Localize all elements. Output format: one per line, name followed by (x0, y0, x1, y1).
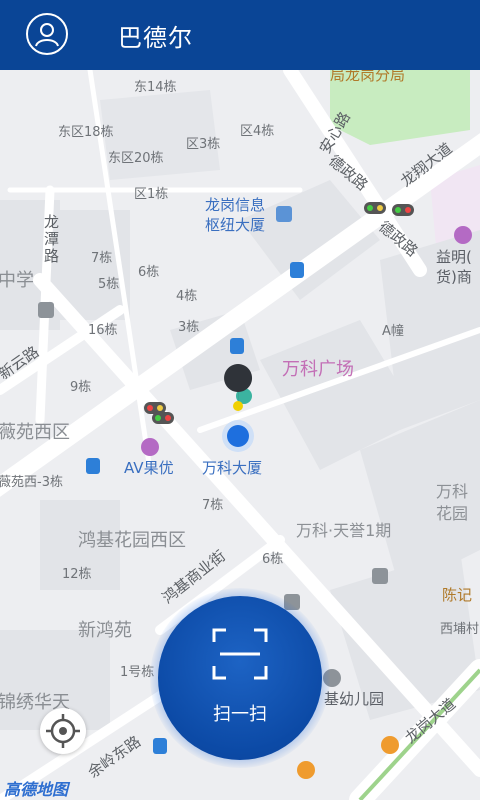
map-label: 6栋 (138, 265, 160, 280)
poi-label[interactable]: 基幼儿园 (324, 688, 384, 709)
map-label: A幢 (382, 324, 404, 339)
user-circle-icon (35, 23, 59, 47)
page-title: 巴德尔 (118, 24, 193, 52)
map-label: 7栋 (202, 498, 224, 513)
map-label: 东区18栋 (58, 125, 114, 140)
map-label: 万科·天誉1期 (296, 521, 392, 540)
map-label: 9栋 (70, 380, 92, 395)
map-label: 西埔村 (440, 622, 480, 637)
scan-label: 扫一扫 (213, 704, 267, 725)
scan-button[interactable]: 扫一扫 (158, 596, 322, 760)
map-label: 7栋 (91, 251, 113, 266)
locate-button[interactable] (40, 708, 86, 754)
poi-label[interactable]: 万科大厦 (202, 457, 262, 478)
map-label: 局龙岗分局 (330, 70, 406, 84)
map-label: 6栋 (262, 552, 284, 567)
poi-label[interactable]: 货)商 (436, 266, 472, 287)
app-header: 巴德尔 (0, 0, 480, 70)
map-label: 5栋 (98, 277, 120, 292)
profile-button[interactable] (26, 13, 68, 55)
map-label: 薇苑西-3栋 (0, 475, 63, 490)
poi-label[interactable]: 益明( (436, 246, 472, 267)
map-label: 区3栋 (186, 137, 221, 152)
map-label: 花园 (436, 504, 469, 523)
map-label: 中学 (0, 270, 34, 291)
map-attribution: 高德地图 (4, 780, 69, 799)
map-label: 区4栋 (240, 124, 275, 139)
map-label: 新鸿苑 (78, 620, 132, 641)
poi-label[interactable]: 龙岗信息 (205, 194, 265, 215)
map-label: 16栋 (88, 323, 118, 338)
road-label: 龙潭路 (44, 213, 60, 265)
poi-label[interactable]: 陈记 (442, 584, 472, 605)
crosshair-locate-icon (46, 714, 80, 748)
map-label: 12栋 (62, 567, 92, 582)
poi-label[interactable]: 万科广场 (282, 355, 354, 381)
map-label: 万科 (436, 482, 469, 501)
map-label: 薇苑西区 (0, 422, 70, 443)
poi-label[interactable]: 枢纽大厦 (205, 214, 265, 235)
map-label: 区1栋 (134, 187, 169, 202)
map-label: 4栋 (176, 289, 198, 304)
scan-frame-icon (212, 628, 268, 680)
map-label: 东14栋 (134, 80, 177, 95)
map-label: 鸿基花园西区 (78, 530, 186, 551)
map-label: 3栋 (178, 320, 200, 335)
map-label: 东区20栋 (108, 151, 164, 166)
poi-label[interactable]: AV果优 (124, 457, 174, 478)
